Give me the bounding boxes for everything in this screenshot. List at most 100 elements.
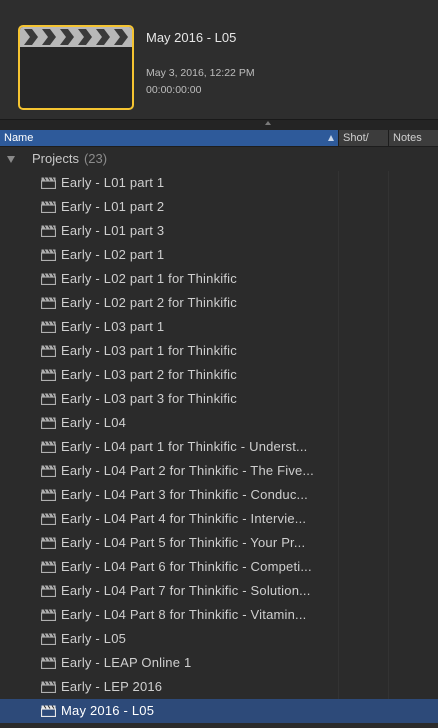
column-divider [338,387,339,411]
clapperboard-icon [20,27,132,47]
list-item[interactable]: Early - L03 part 3 for Thinkific [0,387,438,411]
list-item[interactable]: Early - LEAP Online 1 [0,651,438,675]
list-item-label: Early - L04 Part 3 for Thinkific - Condu… [61,487,308,502]
list-item-label: Early - L02 part 2 for Thinkific [61,295,237,310]
list-item[interactable]: Early - L03 part 1 [0,315,438,339]
list-item[interactable]: Early - LEP 2016 [0,675,438,699]
column-divider [388,555,389,579]
list-item[interactable]: Early - L04 Part 5 for Thinkific - Your … [0,531,438,555]
column-divider [338,483,339,507]
clapperboard-icon [41,273,56,285]
clapperboard-icon [41,441,56,453]
list-item[interactable]: Early - L04 Part 3 for Thinkific - Condu… [0,483,438,507]
column-divider [388,459,389,483]
list-item[interactable]: Early - L01 part 3 [0,219,438,243]
project-list: Projects (23) Early - L01 part 1 Early - L… [0,147,438,728]
list-item[interactable]: Early - L02 part 2 for Thinkific [0,291,438,315]
list-item-label: Early - L04 Part 2 for Thinkific - The F… [61,463,314,478]
list-item-label: Early - L01 part 1 [61,175,165,190]
list-item[interactable]: Early - L03 part 1 for Thinkific [0,339,438,363]
list-item[interactable]: Early - L02 part 1 for Thinkific [0,267,438,291]
column-divider [388,339,389,363]
clapperboard-icon [41,513,56,525]
column-divider [338,267,339,291]
project-thumbnail[interactable] [18,25,134,110]
list-item[interactable]: Early - L03 part 2 for Thinkific [0,363,438,387]
list-item[interactable]: Early - L02 part 1 [0,243,438,267]
list-item-label: Early - L04 Part 5 for Thinkific - Your … [61,535,306,550]
column-divider [388,219,389,243]
project-date: May 3, 2016, 12:22 PM [146,67,255,79]
column-divider [338,219,339,243]
column-divider [338,243,339,267]
column-divider [388,435,389,459]
list-item-label: May 2016 - L05 [61,703,155,718]
list-item-label: Early - L03 part 1 [61,319,165,334]
column-divider [388,603,389,627]
column-divider [338,531,339,555]
column-divider [338,555,339,579]
list-item-label: Early - L04 part 1 for Thinkific - Under… [61,439,308,454]
column-divider [338,363,339,387]
column-divider [338,579,339,603]
list-item[interactable]: Early - L04 Part 4 for Thinkific - Inter… [0,507,438,531]
column-divider [338,675,339,699]
column-divider [388,507,389,531]
list-item[interactable]: Early - L04 Part 8 for Thinkific - Vitam… [0,603,438,627]
list-item[interactable]: Early - L01 part 1 [0,171,438,195]
column-divider [388,531,389,555]
list-item[interactable]: Early - L04 Part 7 for Thinkific - Solut… [0,579,438,603]
sort-ascending-icon [328,135,334,141]
column-divider [388,195,389,219]
splitter-grip-icon[interactable] [265,121,271,125]
clapperboard-icon [41,345,56,357]
column-divider [388,699,389,723]
column-divider [388,651,389,675]
column-divider [388,243,389,267]
column-divider [388,411,389,435]
column-name-header[interactable]: Name [0,130,338,146]
column-divider [338,627,339,651]
column-divider [338,507,339,531]
clapperboard-icon [41,561,56,573]
column-divider [338,339,339,363]
column-divider [338,195,339,219]
project-timecode: 00:00:00:00 [146,84,202,96]
list-item[interactable]: Early - L04 [0,411,438,435]
column-divider [388,267,389,291]
column-divider [338,315,339,339]
list-item[interactable]: May 2016 - L05 [0,699,438,723]
list-item[interactable]: Early - L01 part 2 [0,195,438,219]
clapperboard-icon [41,249,56,261]
column-divider [388,171,389,195]
list-item-label: Early - L04 Part 4 for Thinkific - Inter… [61,511,307,526]
list-item[interactable]: Early - L04 Part 2 for Thinkific - The F… [0,459,438,483]
column-divider [388,291,389,315]
list-item-label: Early - L02 part 1 [61,247,165,262]
list-item-label: Early - L03 part 3 for Thinkific [61,391,237,406]
clapperboard-icon [41,489,56,501]
clapperboard-icon [41,321,56,333]
column-divider [388,315,389,339]
disclosure-triangle-icon[interactable] [7,156,15,163]
list-item-label: Early - L01 part 2 [61,199,165,214]
column-divider [338,291,339,315]
list-item[interactable]: Early - L04 part 1 for Thinkific - Under… [0,435,438,459]
list-item[interactable]: Early - L05 [0,627,438,651]
list-item[interactable]: Early - L04 Part 6 for Thinkific - Compe… [0,555,438,579]
column-name-label: Name [4,132,34,144]
clapperboard-icon [41,609,56,621]
list-item-label: Early - L03 part 1 for Thinkific [61,343,237,358]
clapperboard-icon [41,657,56,669]
column-notes-header[interactable]: Notes [388,130,438,146]
column-shot-header[interactable]: Shot/ [338,130,388,146]
column-divider [338,651,339,675]
clapperboard-icon [41,465,56,477]
group-row-projects[interactable]: Projects (23) [0,147,438,171]
column-divider [338,603,339,627]
column-divider [388,387,389,411]
clapperboard-icon [41,393,56,405]
project-info: May 2016 - L05 May 3, 2016, 12:22 PM 00:… [146,30,255,99]
list-item-label: Early - L04 [61,415,127,430]
list-item-label: Early - LEAP Online 1 [61,655,192,670]
